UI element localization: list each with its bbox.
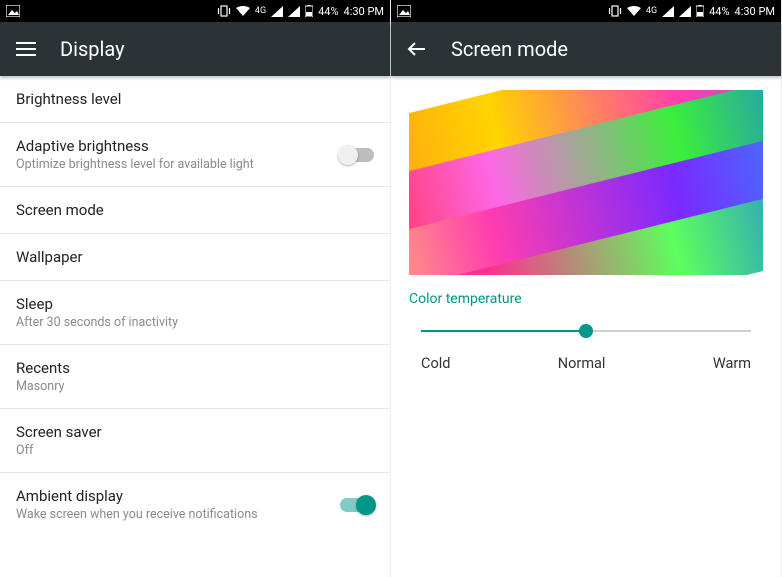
menu-icon[interactable] [16,41,36,57]
clock: 4:30 PM [735,5,775,18]
network-label: 4G [646,6,657,16]
network-label: 4G [255,6,266,16]
slider-labels: Cold Normal Warm [391,347,781,372]
picture-icon [397,5,411,17]
item-label: Brightness level [16,90,374,108]
color-preview [391,76,781,281]
back-icon[interactable] [407,41,427,57]
wifi-icon [627,6,641,17]
item-sleep[interactable]: Sleep After 30 seconds of inactivity [0,281,390,345]
item-label: Adaptive brightness [16,137,340,155]
wifi-icon [236,6,250,17]
battery-icon [305,5,313,17]
item-subtext: After 30 seconds of inactivity [16,315,374,330]
phone-display-settings: 4G 44% 4:30 PM Display Brightness level … [0,0,391,577]
item-subtext: Wake screen when you receive notificatio… [16,507,340,522]
slider-thumb[interactable] [579,324,593,338]
item-label: Wallpaper [16,248,374,266]
item-subtext: Masonry [16,379,374,394]
item-brightness-level[interactable]: Brightness level [0,76,390,123]
section-color-temperature: Color temperature [391,281,781,311]
vibrate-icon [217,5,231,17]
picture-icon [6,5,20,17]
toggle-adaptive-brightness[interactable] [340,148,374,162]
signal-icon-2 [288,6,300,17]
settings-list: Brightness level Adaptive brightness Opt… [0,76,390,536]
slider-fill [421,330,586,332]
signal-icon [271,6,283,17]
vibrate-icon [608,5,622,17]
slider-min-label: Cold [421,355,450,372]
item-screen-saver[interactable]: Screen saver Off [0,409,390,473]
status-bar: 4G 44% 4:30 PM [391,0,781,22]
appbar-display: Display [0,22,390,76]
item-adaptive-brightness[interactable]: Adaptive brightness Optimize brightness … [0,123,390,187]
battery-icon [696,5,704,17]
item-wallpaper[interactable]: Wallpaper [0,234,390,281]
clock: 4:30 PM [344,5,384,18]
item-label: Ambient display [16,487,340,505]
signal-icon-2 [679,6,691,17]
battery-pct: 44% [709,5,729,18]
item-recents[interactable]: Recents Masonry [0,345,390,409]
item-label: Sleep [16,295,374,313]
slider-color-temperature[interactable] [421,321,751,341]
page-title: Display [60,37,125,61]
appbar-screen-mode: Screen mode [391,22,781,76]
battery-pct: 44% [318,5,338,18]
slider-max-label: Warm [713,355,751,372]
item-ambient-display[interactable]: Ambient display Wake screen when you rec… [0,473,390,536]
item-subtext: Optimize brightness level for available … [16,157,340,172]
item-screen-mode[interactable]: Screen mode [0,187,390,234]
phone-screen-mode: 4G 44% 4:30 PM Screen mode Color te [391,0,782,577]
item-label: Screen mode [16,201,374,219]
page-title: Screen mode [451,37,568,61]
item-label: Recents [16,359,374,377]
status-bar: 4G 44% 4:30 PM [0,0,390,22]
toggle-ambient-display[interactable] [340,498,374,512]
slider-mid-label: Normal [558,355,606,372]
item-subtext: Off [16,443,374,458]
signal-icon [662,6,674,17]
item-label: Screen saver [16,423,374,441]
